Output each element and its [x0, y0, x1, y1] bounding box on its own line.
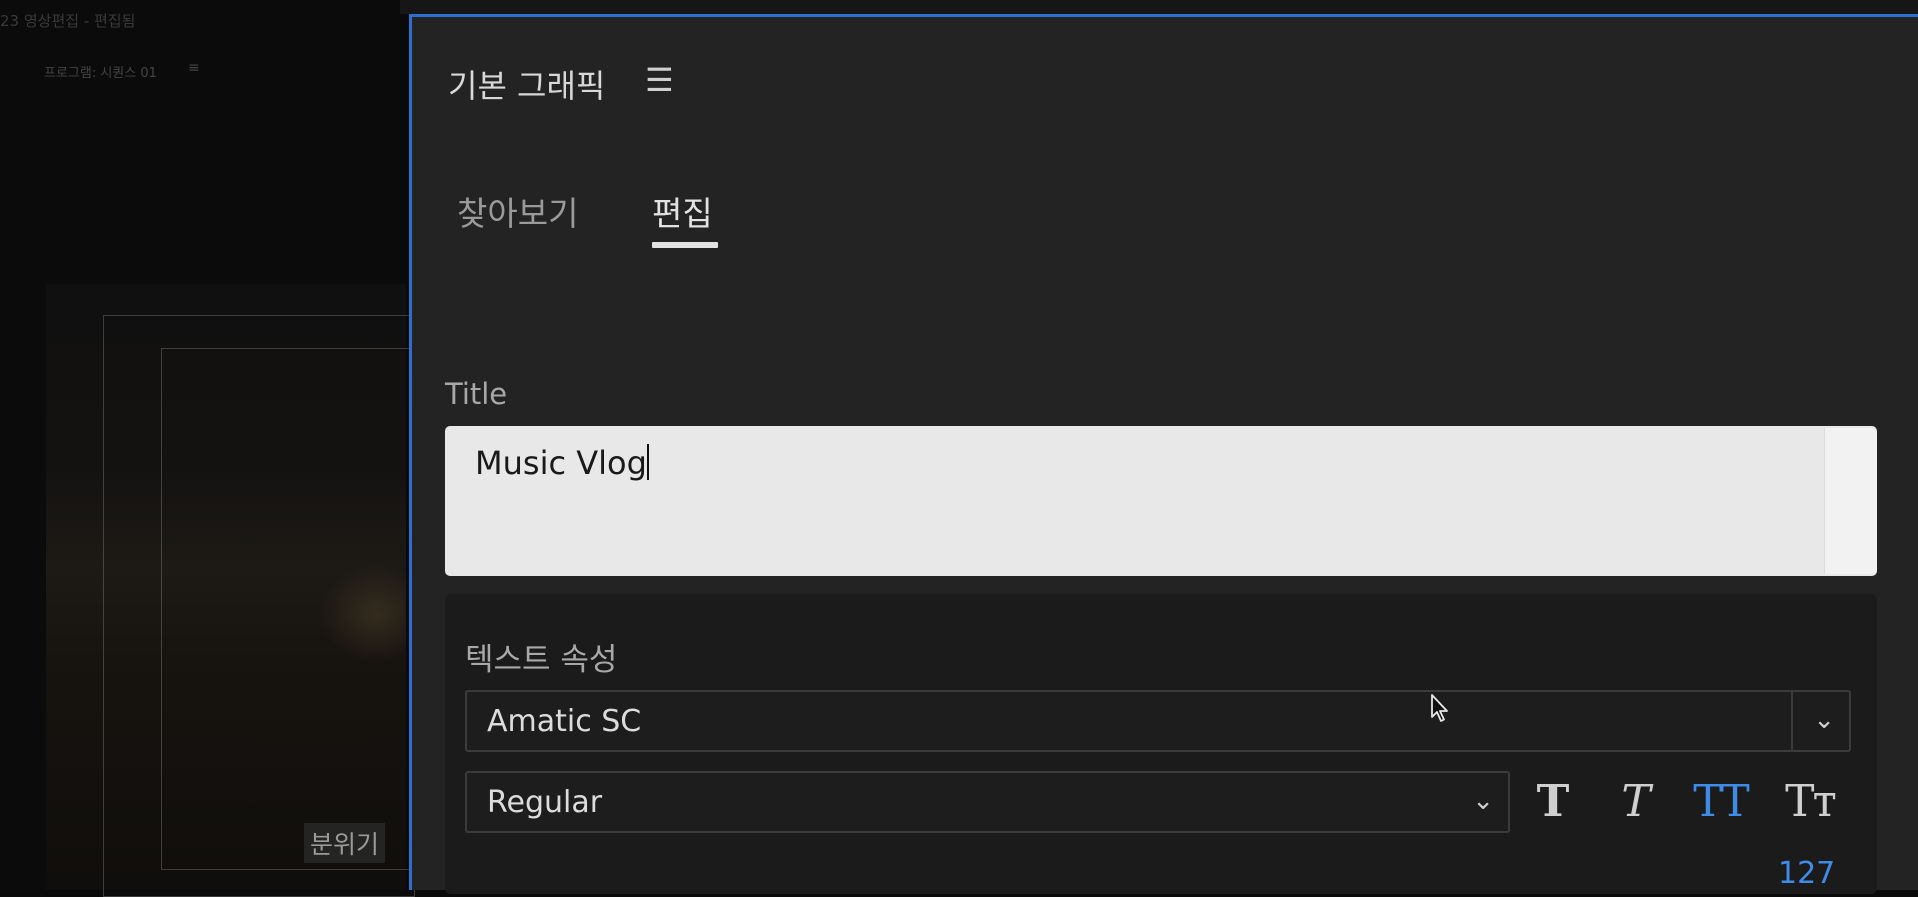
monitor-menu-icon[interactable]: ≡ [188, 60, 200, 76]
safe-margin-inner [161, 348, 413, 870]
dropdown-divider [1791, 692, 1793, 750]
faux-bold-button[interactable]: T [1525, 777, 1581, 827]
title-text-input[interactable]: Music Vlog [445, 426, 1877, 576]
monitor-label: 프로그램: 시퀀스 01 [44, 66, 157, 81]
mouse-pointer-icon [1431, 694, 1448, 722]
chevron-down-icon[interactable]: ⌄ [1813, 705, 1835, 735]
project-title: 23 영상편집 - 편집됨 [0, 12, 136, 30]
text-property-value[interactable]: 127 [1778, 856, 1835, 891]
video-caption: 분위기 [304, 823, 386, 863]
faux-italic-button[interactable]: T [1608, 777, 1664, 827]
font-family-value: Amatic SC [487, 704, 642, 739]
font-style-value: Regular [487, 785, 603, 820]
tab-browse[interactable]: 찾아보기 [457, 187, 578, 235]
text-properties-section: 텍스트 속성 Amatic SC ⌄ Regular ⌄ T T TT Tт 1… [445, 594, 1877, 894]
essential-graphics-panel: 기본 그래픽 ☰ 찾아보기 편집 Title Music Vlog 텍스트 속성… [409, 14, 1918, 894]
small-caps-button[interactable]: Tт [1772, 777, 1848, 827]
text-properties-heading: 텍스트 속성 [465, 642, 618, 678]
font-family-dropdown[interactable]: Amatic SC ⌄ [465, 690, 1851, 752]
panel-top-strip [400, 0, 1918, 14]
hamburger-menu-icon[interactable]: ☰ [645, 61, 674, 99]
panel-title: 기본 그래픽 [448, 67, 606, 105]
title-field-label: Title [445, 377, 508, 411]
active-tab-indicator [652, 242, 718, 248]
text-area-scrollbar[interactable] [1824, 428, 1877, 574]
font-style-dropdown[interactable]: Regular ⌄ [465, 771, 1510, 833]
text-caret [646, 444, 649, 480]
title-text-value: Music Vlog [475, 444, 649, 482]
all-caps-button[interactable]: TT [1682, 777, 1758, 827]
chevron-down-icon[interactable]: ⌄ [1472, 786, 1494, 816]
tab-edit[interactable]: 편집 [652, 187, 713, 235]
